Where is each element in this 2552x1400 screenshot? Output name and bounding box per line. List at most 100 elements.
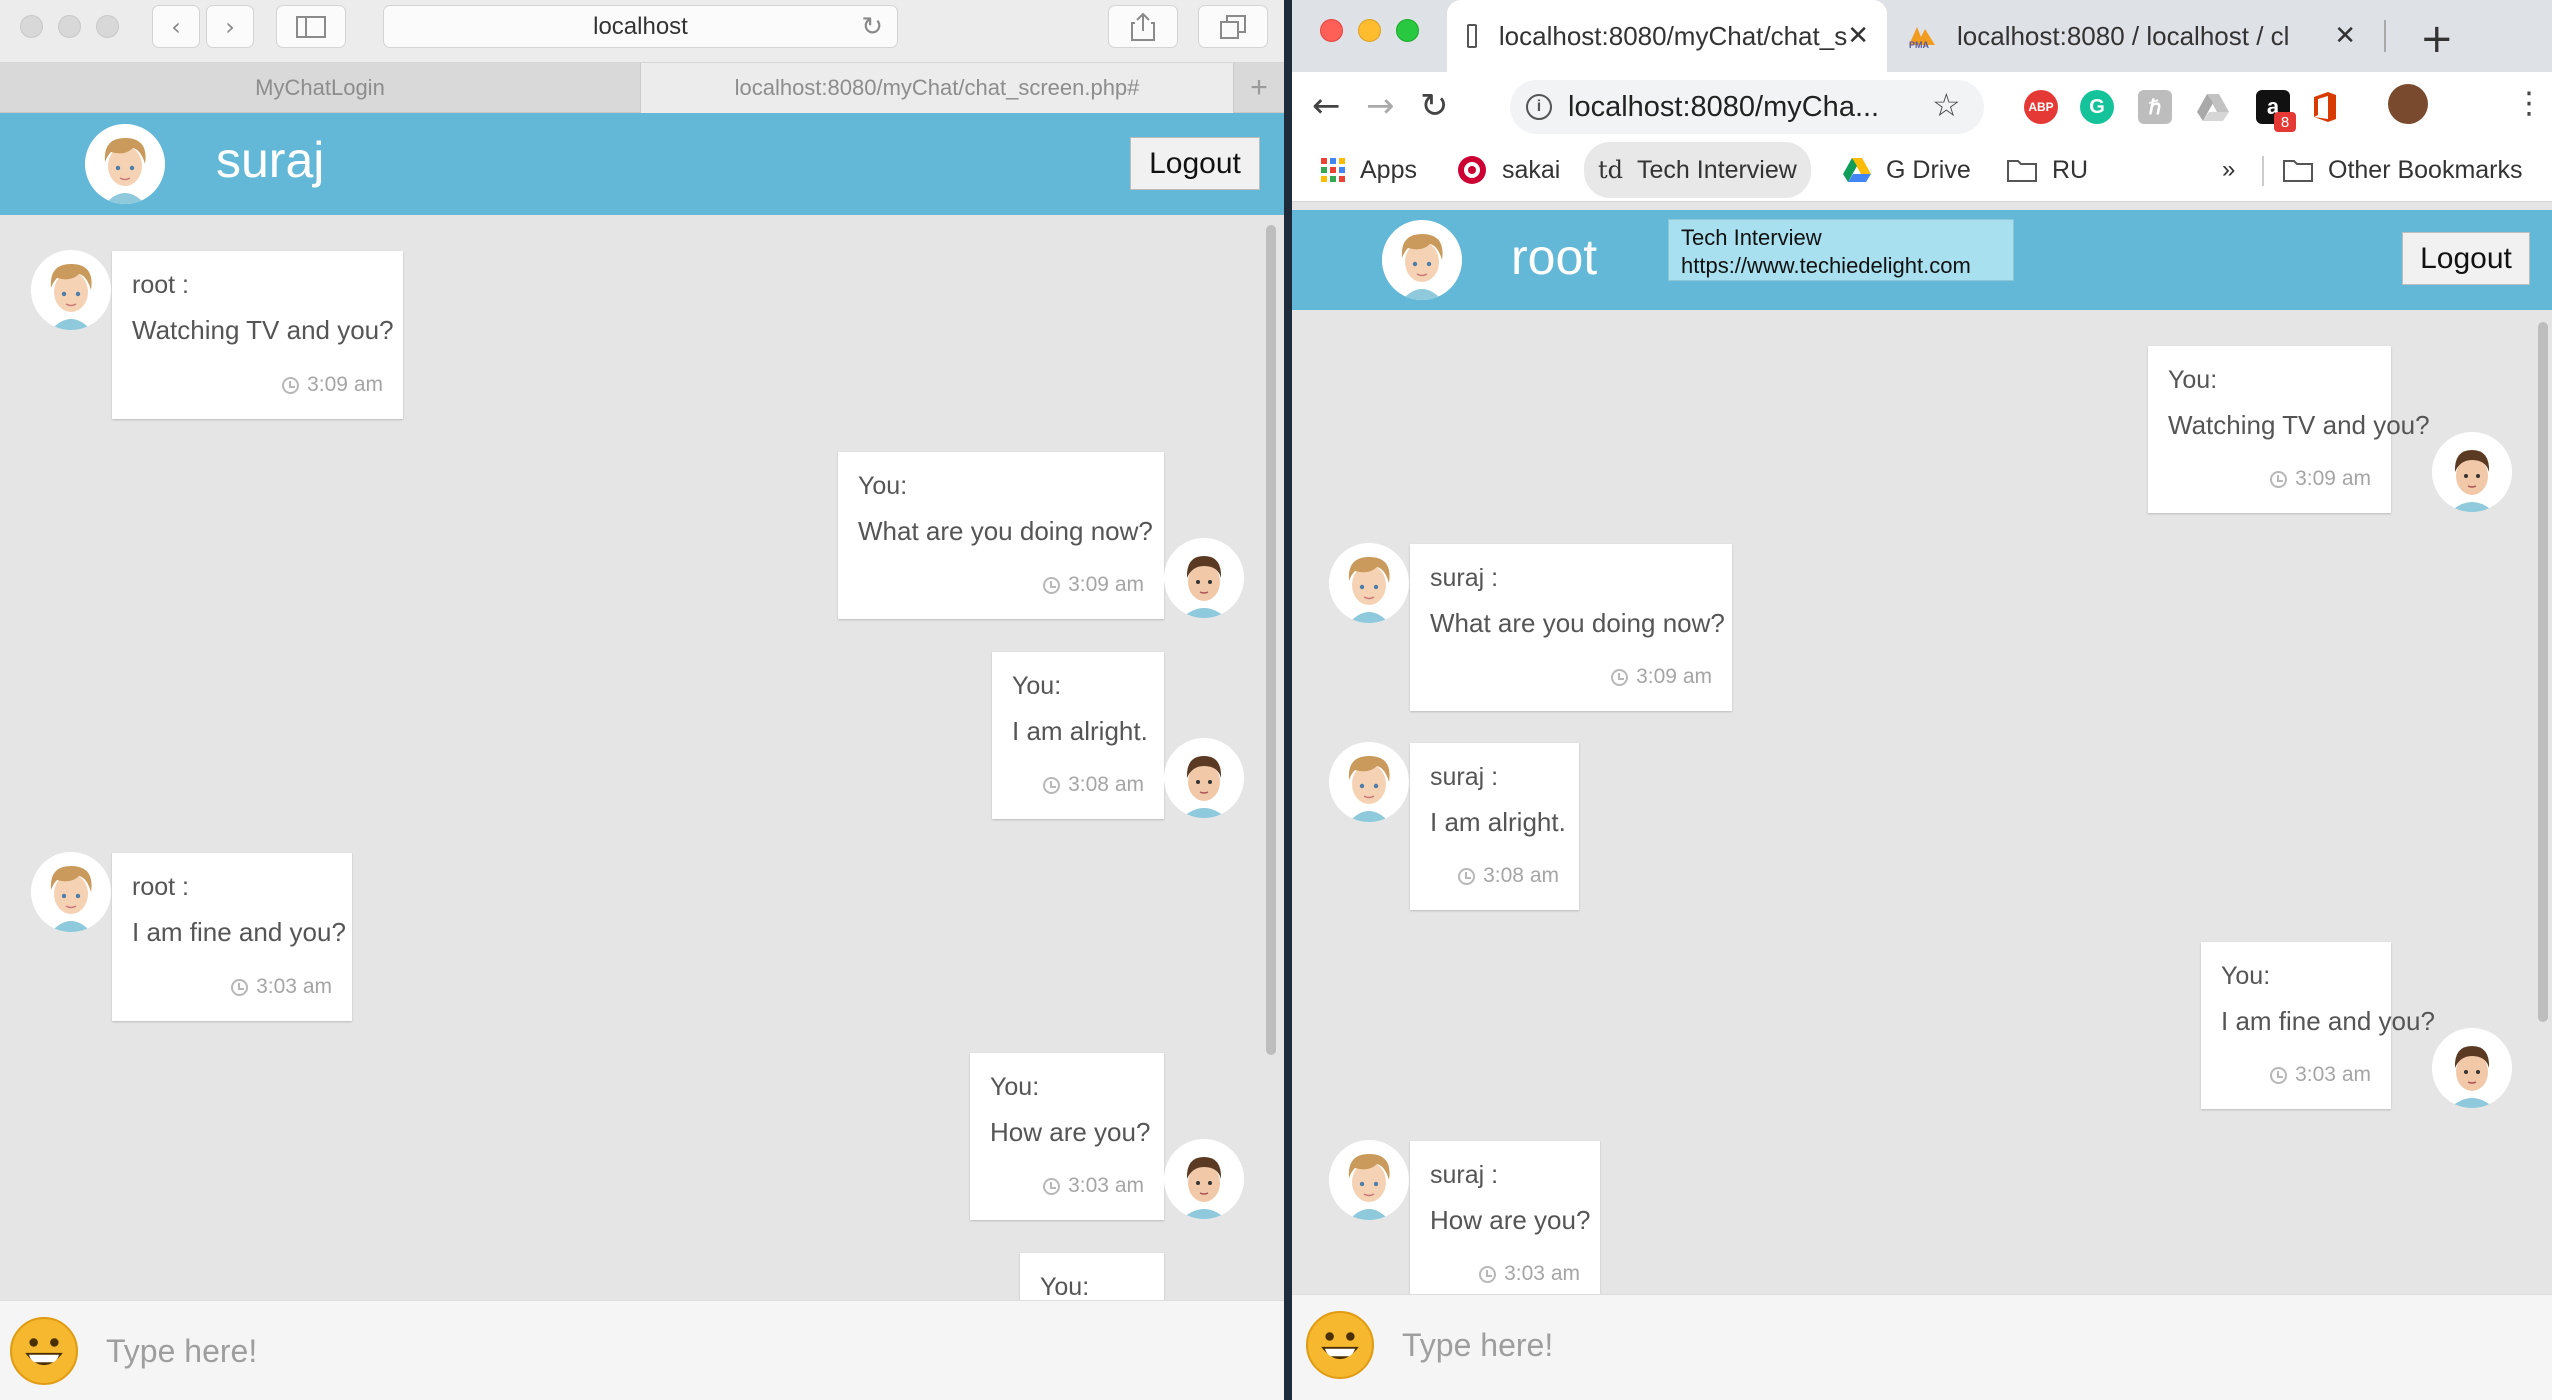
back-button[interactable]: ‹ <box>152 5 200 48</box>
sender-avatar <box>1329 742 1409 822</box>
forward-button[interactable]: › <box>206 5 254 48</box>
tab-label: localhost:8080/myChat/chat_screen.php# <box>734 75 1140 100</box>
bookmark-star-icon[interactable]: ☆ <box>1932 86 1961 124</box>
bookmark-label: Apps <box>1360 155 1417 184</box>
bookmark-g-drive[interactable]: G Drive <box>1842 142 1971 198</box>
bookmark-ru-folder[interactable]: RU <box>2006 142 2088 198</box>
clock-icon <box>1043 776 1061 794</box>
user-avatar <box>85 124 165 204</box>
omnibox[interactable]: i localhost:8080/myCha... <box>1510 80 1984 134</box>
bookmark-tooltip: Tech Interview https://www.techiedelight… <box>1668 219 2014 281</box>
message-text: I am fine and you? <box>132 917 346 947</box>
message-text: I am fine and you? <box>2221 1006 2435 1036</box>
bookmark-label: G Drive <box>1886 155 1971 184</box>
safari-toolbar: ‹ › localhost ↻ <box>0 0 1284 63</box>
self-avatar <box>1164 738 1244 818</box>
zoom-window-button[interactable] <box>1396 19 1419 42</box>
bookmark-tech-interview[interactable]: td Tech Interview <box>1584 142 1811 198</box>
close-tab-icon[interactable]: ✕ <box>1847 21 1869 51</box>
close-window-button[interactable] <box>20 15 43 38</box>
message-input-bar: Type here! <box>0 1300 1284 1400</box>
share-button[interactable] <box>1108 5 1178 48</box>
logout-button[interactable]: Logout <box>2402 232 2530 285</box>
message-time: 3:03 am <box>1479 1262 1580 1286</box>
message-text: What are you doing now? <box>1430 608 1725 638</box>
logout-button[interactable]: Logout <box>1130 137 1260 190</box>
blond-avatar-icon <box>1329 543 1409 623</box>
blond-avatar-icon <box>1382 220 1462 300</box>
profile-avatar[interactable] <box>2388 84 2428 124</box>
message-bubble: suraj : How are you? 3:03 am <box>1410 1141 1600 1294</box>
zoom-window-button[interactable] <box>96 15 119 38</box>
chrome-tab-strip: localhost:8080/myChat/chat_s ✕ PMA local… <box>1292 0 2552 72</box>
reload-icon[interactable]: ↻ <box>1420 86 1449 126</box>
clock-icon <box>1043 576 1061 594</box>
clock-icon <box>1611 668 1629 686</box>
bookmark-apps[interactable]: Apps <box>1320 142 1417 198</box>
sender-avatar <box>31 250 111 330</box>
chevron-right-icon: › <box>225 12 235 41</box>
tab-mychatlogin[interactable]: MyChatLogin <box>0 63 640 113</box>
drive-extension-icon[interactable] <box>2196 90 2230 124</box>
back-arrow-icon[interactable]: ← <box>1312 86 1341 126</box>
message-time: 3:08 am <box>1458 864 1559 888</box>
grammarly-icon[interactable]: G <box>2080 90 2114 124</box>
scrollbar[interactable] <box>1266 225 1276 1055</box>
sidebar-button[interactable] <box>276 5 346 48</box>
new-tab-button[interactable]: + <box>2420 16 2454 62</box>
message-time: 3:09 am <box>282 373 383 397</box>
more-menu-icon[interactable]: ⋮ <box>2514 86 2544 121</box>
message-bubble: You: Watching TV and you? 3:09 am <box>2148 346 2430 513</box>
message-list[interactable]: You: Watching TV and you? 3:09 am suraj … <box>1292 310 2552 1294</box>
time-label: 3:08 am <box>1483 864 1559 887</box>
message-time: 3:09 am <box>1611 665 1712 689</box>
adblock-icon[interactable]: ABP <box>2024 90 2058 124</box>
message-bubble: You: What are you doing now? 3:09 am <box>838 452 1164 619</box>
minimize-window-button[interactable] <box>1358 19 1381 42</box>
forward-arrow-icon[interactable]: → <box>1366 86 1395 126</box>
message-input-bar: Type here! <box>1292 1294 2552 1400</box>
time-label: 3:03 am <box>2295 1063 2371 1086</box>
more-bookmarks-chevron-icon[interactable]: » <box>2222 142 2235 198</box>
dark-hair-avatar-icon <box>1164 538 1244 618</box>
minimize-window-button[interactable] <box>58 15 81 38</box>
office-extension-icon[interactable] <box>2308 90 2342 124</box>
blond-avatar-icon <box>85 124 165 204</box>
message-time: 3:09 am <box>1043 573 1144 597</box>
emoji-icon[interactable] <box>1306 1311 1374 1379</box>
message-list[interactable]: root : Watching TV and you? 3:09 am You:… <box>0 215 1284 1300</box>
hackerrank-extension-icon[interactable]: ℏ <box>2138 90 2172 124</box>
blond-avatar-icon <box>31 852 111 932</box>
message-sender: suraj : <box>1430 1161 1499 1189</box>
blond-avatar-icon <box>31 250 111 330</box>
tooltip-url: https://www.techiedelight.com <box>1681 253 1971 278</box>
chat-header: suraj Logout <box>0 113 1284 215</box>
time-label: 3:03 am <box>1068 1174 1144 1197</box>
new-tab-button[interactable]: + <box>1234 63 1284 113</box>
bookmark-label: RU <box>2052 155 2089 184</box>
message-input[interactable]: Type here! <box>1402 1327 1553 1364</box>
tab-chat[interactable]: localhost:8080/myChat/chat_s ✕ <box>1447 0 1887 72</box>
url-text: localhost:8080/myCha... <box>1568 90 1880 123</box>
tabs-overview-button[interactable] <box>1198 5 1268 48</box>
close-tab-icon[interactable]: ✕ <box>2334 21 2356 51</box>
close-window-button[interactable] <box>1320 19 1343 42</box>
clock-icon <box>2270 1066 2288 1084</box>
message-input[interactable]: Type here! <box>106 1333 257 1370</box>
tab-chat-screen[interactable]: localhost:8080/myChat/chat_screen.php# <box>640 63 1234 113</box>
safari-tab-bar: MyChatLogin localhost:8080/myChat/chat_s… <box>0 63 1284 113</box>
tab-separator <box>2384 20 2386 52</box>
address-bar[interactable]: localhost ↻ <box>383 5 898 48</box>
emoji-icon[interactable] <box>10 1317 78 1385</box>
reload-icon[interactable]: ↻ <box>861 12 883 42</box>
message-sender: You: <box>858 472 908 500</box>
scrollbar[interactable] <box>2538 322 2548 1022</box>
time-label: 3:09 am <box>2295 467 2371 490</box>
clock-icon <box>1479 1265 1497 1283</box>
info-icon[interactable]: i <box>1526 94 1552 120</box>
bookmark-other-bookmarks[interactable]: Other Bookmarks <box>2282 142 2523 198</box>
message-time: 3:08 am <box>1043 773 1144 797</box>
tab-phpmyadmin[interactable]: PMA localhost:8080 / localhost / cl ✕ <box>1889 0 2374 72</box>
bookmark-sakai[interactable]: sakai <box>1456 142 1560 198</box>
phpmyadmin-icon: PMA <box>1909 27 1935 49</box>
